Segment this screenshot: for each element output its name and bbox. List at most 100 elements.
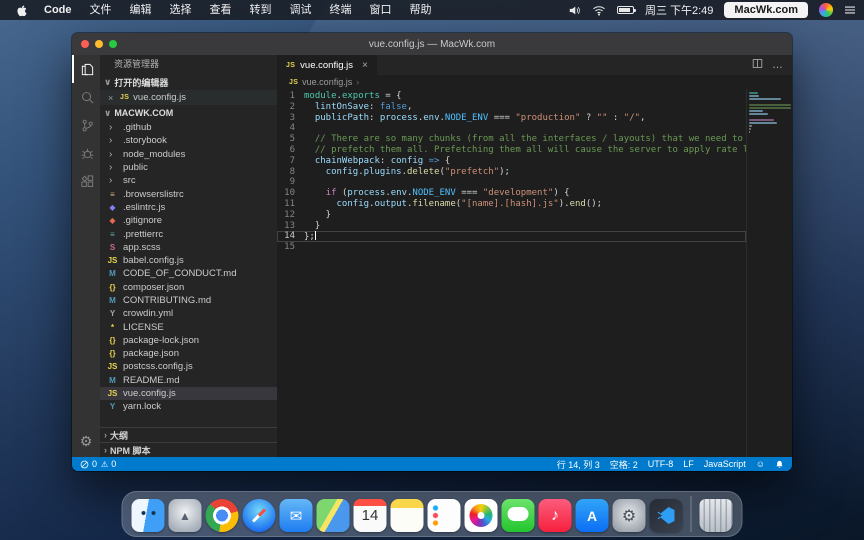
dock-settings-icon[interactable]: ⚙ [613, 499, 646, 532]
npm-scripts-section-header[interactable]: › NPM 脚本 [100, 442, 277, 457]
dock-trash-icon[interactable] [700, 499, 733, 532]
open-editors-section-header[interactable]: ∨ 打开的编辑器 [100, 74, 277, 90]
menubar-menu-4[interactable]: 选择 [161, 0, 201, 20]
tab-close-icon[interactable]: × [362, 60, 368, 71]
file-README.md[interactable]: MREADME.md [100, 374, 277, 387]
file-vue.config.js[interactable]: JSvue.config.js [100, 387, 277, 400]
volume-icon[interactable] [568, 5, 581, 16]
code-line-15[interactable]: 15 [277, 242, 746, 253]
code-line-11[interactable]: 11 config.output.filename("[name].[hash]… [277, 199, 746, 210]
manage-gear-icon[interactable]: ⚙ [72, 429, 100, 453]
file-postcss.config.js[interactable]: JSpostcss.config.js [100, 360, 277, 373]
battery-icon[interactable] [617, 6, 634, 14]
file-crowdin.yml[interactable]: Ycrowdin.yml [100, 307, 277, 320]
dock-vscode-icon[interactable] [650, 499, 683, 532]
dock-reminders-icon[interactable] [428, 499, 461, 532]
debug-icon[interactable] [72, 139, 100, 167]
code-line-14[interactable]: 14}; [277, 231, 746, 242]
code-line-8[interactable]: 8 config.plugins.delete("prefetch"); [277, 167, 746, 178]
code-line-13[interactable]: 13 } [277, 221, 746, 232]
encoding[interactable]: UTF-8 [648, 459, 674, 469]
file-app.scss[interactable]: Sapp.scss [100, 241, 277, 254]
file-yarn.lock[interactable]: Yyarn.lock [100, 400, 277, 413]
menubar-clock[interactable]: 周三 下午2:49 [645, 2, 713, 18]
indentation[interactable]: 空格: 2 [610, 458, 638, 471]
menubar-menu-1[interactable]: Code [35, 0, 81, 20]
close-icon[interactable]: × [108, 93, 116, 103]
project-section-header[interactable]: ∨ MACWK.COM [100, 105, 277, 121]
minimize-button[interactable] [95, 40, 103, 48]
code-line-4[interactable]: 4 [277, 123, 746, 134]
code-line-10[interactable]: 10 if (process.env.NODE_ENV === "develop… [277, 188, 746, 199]
menubar-menu-2[interactable]: 文件 [81, 0, 121, 20]
menubar-menu-6[interactable]: 转到 [241, 0, 281, 20]
code-line-1[interactable]: 1module.exports = { [277, 91, 746, 102]
dock-photos-icon[interactable] [465, 499, 498, 532]
window-titlebar[interactable]: vue.config.js — MacWk.com [72, 33, 792, 55]
search-icon[interactable] [72, 83, 100, 111]
siri-icon[interactable] [819, 3, 833, 17]
cursor-position[interactable]: 行 14, 列 3 [557, 458, 600, 471]
close-button[interactable] [81, 40, 89, 48]
outline-section-header[interactable]: › 大纲 [100, 427, 277, 442]
folder-.storybook[interactable]: ›.storybook [100, 134, 277, 147]
split-editor-icon[interactable] [752, 56, 763, 74]
file-CONTRIBUTING.md[interactable]: MCONTRIBUTING.md [100, 294, 277, 307]
code-line-9[interactable]: 9 [277, 177, 746, 188]
macwk-badge[interactable]: MacWk.com [724, 2, 808, 18]
dock-notes-icon[interactable] [391, 499, 424, 532]
file-LICENSE[interactable]: *LICENSE [100, 320, 277, 333]
dock-music-icon[interactable]: ♪ [539, 499, 572, 532]
notification-center-icon[interactable] [844, 5, 856, 15]
code-line-5[interactable]: 5 // There are so many chunks (from all … [277, 134, 746, 145]
language-mode[interactable]: JavaScript [704, 459, 746, 469]
file-.eslintrc.js[interactable]: ◆.eslintrc.js [100, 201, 277, 214]
minimap[interactable] [746, 89, 792, 457]
dock-mail-icon[interactable]: ✉ [280, 499, 313, 532]
file-package.json[interactable]: {}package.json [100, 347, 277, 360]
notifications-bell-icon[interactable] [775, 460, 784, 469]
dock-finder-icon[interactable] [132, 499, 165, 532]
folder-src[interactable]: ›src [100, 174, 277, 187]
editor-tab[interactable]: JS vue.config.js × [277, 55, 378, 75]
folder-node_modules[interactable]: ›node_modules [100, 148, 277, 161]
file-.gitignore[interactable]: ◆.gitignore [100, 214, 277, 227]
dock-launchpad-icon[interactable]: ▲ [169, 499, 202, 532]
menubar-menu-8[interactable]: 终端 [321, 0, 361, 20]
menubar-menu-9[interactable]: 窗口 [361, 0, 401, 20]
code-line-7[interactable]: 7 chainWebpack: config => { [277, 156, 746, 167]
code-line-2[interactable]: 2 lintOnSave: false, [277, 102, 746, 113]
breadcrumb[interactable]: JS vue.config.js › [277, 75, 792, 89]
eol-sequence[interactable]: LF [683, 459, 694, 469]
file-CODE_OF_CONDUCT.md[interactable]: MCODE_OF_CONDUCT.md [100, 267, 277, 280]
menubar-menu-3[interactable]: 编辑 [121, 0, 161, 20]
dock-appstore-icon[interactable]: A [576, 499, 609, 532]
menubar-menu-10[interactable]: 帮助 [401, 0, 441, 20]
code-line-12[interactable]: 12 } [277, 210, 746, 221]
dock-chrome-icon[interactable] [206, 499, 239, 532]
feedback-smiley-icon[interactable]: ☺ [756, 459, 765, 469]
folder-public[interactable]: ›public [100, 161, 277, 174]
menubar-menu-5[interactable]: 查看 [201, 0, 241, 20]
more-actions-icon[interactable]: … [772, 60, 783, 71]
folder-.github[interactable]: ›.github [100, 121, 277, 134]
wifi-icon[interactable] [592, 5, 606, 16]
file-composer.json[interactable]: {}composer.json [100, 281, 277, 294]
zoom-button[interactable] [109, 40, 117, 48]
code-area[interactable]: 1module.exports = {2 lintOnSave: false,3… [277, 89, 746, 457]
dock-calendar-icon[interactable]: 14 [354, 499, 387, 532]
file-babel.config.js[interactable]: JSbabel.config.js [100, 254, 277, 267]
dock-maps-icon[interactable] [317, 499, 350, 532]
file-package-lock.json[interactable]: {}package-lock.json [100, 334, 277, 347]
source-control-icon[interactable] [72, 111, 100, 139]
code-line-6[interactable]: 6 // prefetch them all. Prefetching them… [277, 145, 746, 156]
file-.prettierrc[interactable]: ≡.prettierrc [100, 227, 277, 240]
explorer-icon[interactable] [72, 55, 100, 83]
open-editor-item[interactable]: × JS vue.config.js [100, 90, 277, 105]
extensions-icon[interactable] [72, 167, 100, 195]
problems-errors[interactable]: 0 [80, 459, 97, 469]
file-.browserslistrc[interactable]: ≡.browserslistrc [100, 187, 277, 200]
dock-messages-icon[interactable] [502, 499, 535, 532]
problems-warnings[interactable]: ⚠ 0 [101, 459, 116, 469]
dock-safari-icon[interactable] [243, 499, 276, 532]
